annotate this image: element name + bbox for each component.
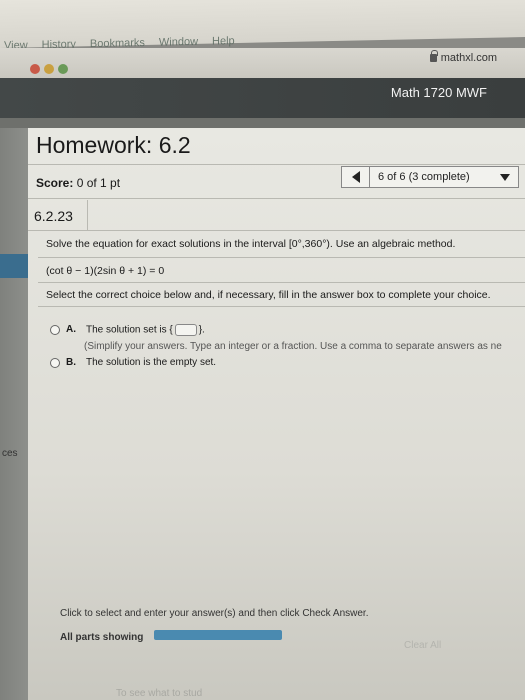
score-value: 0 of 1 pt xyxy=(76,176,121,190)
choice-b[interactable]: B. The solution is the empty set. xyxy=(50,357,216,368)
homework-panel: Homework: 6.2 Score: 0 of 1 pt 6 of 6 (3… xyxy=(28,128,525,700)
header-gap xyxy=(0,118,525,128)
clear-all-button[interactable]: Clear All xyxy=(404,640,441,651)
question-equation: (cot θ − 1)(2sin θ + 1) = 0 xyxy=(46,265,165,277)
page-title: Homework: 6.2 xyxy=(36,132,191,158)
window-controls xyxy=(30,64,68,74)
previous-question-button[interactable] xyxy=(342,167,370,187)
sidebar-active-item[interactable] xyxy=(0,254,28,278)
choice-a-letter: A. xyxy=(66,324,76,335)
choice-a-text: The solution set is {}. xyxy=(86,324,205,336)
title-divider xyxy=(28,164,525,165)
score-label: Score: xyxy=(36,176,74,190)
minimize-window-button[interactable] xyxy=(44,64,54,74)
url-text: mathxl.com xyxy=(440,52,497,64)
menu-help[interactable]: Help xyxy=(212,35,235,47)
zoom-window-button[interactable] xyxy=(58,64,68,74)
sidebar-label[interactable]: ces xyxy=(2,448,18,459)
choice-a[interactable]: A. The solution set is {}. xyxy=(50,324,205,336)
footer-instruction: Click to select and enter your answer(s)… xyxy=(60,608,369,619)
menu-window[interactable]: Window xyxy=(159,36,198,49)
close-window-button[interactable] xyxy=(30,64,40,74)
select-instruction: Select the correct choice below and, if … xyxy=(46,289,491,301)
equation-divider xyxy=(38,282,525,283)
system-menubar: View History Bookmarks Window Help xyxy=(0,0,525,52)
instruction-divider xyxy=(38,257,525,258)
question-progress[interactable]: 6 of 6 (3 complete) xyxy=(370,171,500,183)
left-sidebar xyxy=(0,128,28,700)
question-instruction: Solve the equation for exact solutions i… xyxy=(46,238,456,250)
choice-b-radio[interactable] xyxy=(50,358,60,368)
score: Score: 0 of 1 pt xyxy=(36,176,120,190)
score-divider xyxy=(28,198,525,199)
lock-icon xyxy=(429,50,438,62)
choice-a-hint: (Simplify your answers. Type an integer … xyxy=(84,341,502,352)
choice-a-radio[interactable] xyxy=(50,325,60,335)
study-plan-link[interactable]: To see what to stud xyxy=(116,688,202,699)
choice-a-text-before: The solution set is { xyxy=(86,324,173,336)
solution-set-input[interactable] xyxy=(174,324,197,336)
parts-progress-bar xyxy=(154,630,282,640)
choice-b-text: The solution is the empty set. xyxy=(86,357,217,368)
note-divider xyxy=(38,306,525,307)
all-parts-label: All parts showing xyxy=(60,632,144,643)
course-title: Math 1720 MWF xyxy=(390,85,487,100)
choice-b-letter: B. xyxy=(66,357,76,368)
arrow-left-icon xyxy=(351,171,360,183)
address-bar[interactable]: mathxl.com xyxy=(429,50,497,64)
question-navigator: 6 of 6 (3 complete) xyxy=(341,166,519,188)
question-id: 6.2.23 xyxy=(34,208,73,224)
choice-a-text-after: }. xyxy=(198,324,205,336)
caret-down-icon[interactable] xyxy=(500,173,510,181)
question-divider xyxy=(28,230,525,231)
